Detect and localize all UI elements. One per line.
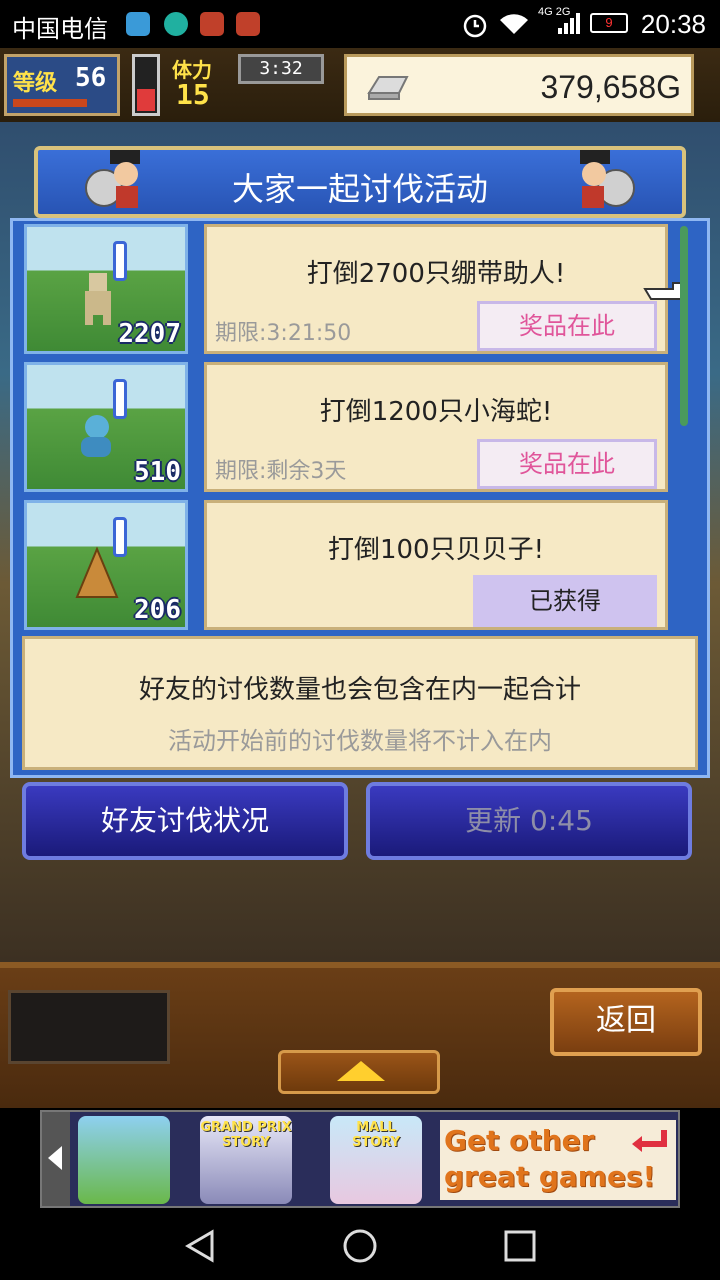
battery-icon: 9 bbox=[590, 13, 628, 33]
game-bottom-bar: 返回 bbox=[0, 962, 720, 1108]
stamina-value: 15 bbox=[176, 78, 210, 111]
info-box: 好友的讨伐数量也会包含在内一起合计 活动开始前的讨伐数量将不计入在内 bbox=[22, 636, 698, 770]
gold-bar-icon bbox=[367, 76, 409, 100]
level-box: 等级 56 bbox=[4, 54, 120, 116]
event-deadline: 期限:3:21:50 bbox=[215, 321, 352, 346]
clock: 20:38 bbox=[640, 9, 706, 39]
ad-cta-line2: great games! bbox=[444, 1160, 656, 1193]
signal-icon bbox=[558, 13, 580, 34]
event-row: 510 打倒1200只小海蛇! 期限:剩余3天 奖品在此 bbox=[24, 362, 668, 492]
event-card: 打倒2700只绷带助人! 期限:3:21:50 奖品在此 bbox=[204, 224, 684, 354]
event-list-scrollbar[interactable] bbox=[680, 226, 688, 426]
event-row: 206 打倒100只贝贝子! 已获得 bbox=[24, 500, 668, 630]
app-notification-icon bbox=[126, 12, 150, 36]
expand-menu-button[interactable] bbox=[278, 1050, 440, 1094]
prize-button[interactable]: 奖品在此 bbox=[477, 439, 657, 489]
level-label: 等级 bbox=[13, 71, 58, 96]
event-goal: 打倒1200只小海蛇! bbox=[319, 397, 553, 427]
info-main-text: 好友的讨伐数量也会包含在内一起合计 bbox=[138, 675, 581, 705]
return-arrow-icon bbox=[632, 1130, 667, 1152]
timer-notification-icon bbox=[164, 12, 188, 36]
ad-game-title: GRAND PRIX STORY bbox=[200, 1120, 292, 1150]
mummy-monster-icon bbox=[85, 273, 111, 325]
kill-count: 510 bbox=[134, 457, 181, 487]
shell-monster-icon bbox=[75, 546, 119, 598]
security-notification-icon bbox=[236, 12, 260, 36]
status-bar: 中国电信 4G 2G 9 20:38 bbox=[0, 0, 720, 48]
event-thumbnail: 206 bbox=[24, 500, 188, 630]
level-value: 56 bbox=[75, 63, 107, 93]
ad-cta[interactable]: Get other great games! bbox=[440, 1120, 676, 1200]
game-hud: 等级 56 体力 15 3:32 379,658G bbox=[0, 48, 720, 122]
event-thumbnail: 2207 bbox=[24, 224, 188, 354]
ad-cta-line1: Get other bbox=[444, 1124, 595, 1157]
friend-status-button[interactable]: 好友讨伐状况 bbox=[22, 782, 348, 860]
up-arrow-icon bbox=[337, 1061, 385, 1081]
event-row: 2207 打倒2700只绷带助人! 期限:3:21:50 奖品在此 bbox=[24, 224, 684, 354]
ad-content[interactable]: GRAND PRIX STORY MALL STORY Get other gr… bbox=[40, 1110, 680, 1208]
ad-game-mall[interactable]: MALL STORY bbox=[330, 1116, 422, 1204]
ad-game-grand-prix[interactable]: GRAND PRIX STORY bbox=[200, 1116, 292, 1204]
sea-serpent-monster-icon bbox=[81, 415, 111, 457]
kill-count: 206 bbox=[134, 595, 181, 625]
stamina-gauge-fill bbox=[137, 88, 155, 111]
claimed-badge: 已获得 bbox=[473, 575, 657, 627]
stamina-timer: 3:32 bbox=[238, 54, 324, 84]
event-deadline: 期限:剩余3天 bbox=[215, 459, 347, 484]
empty-slot bbox=[8, 990, 170, 1064]
recents-nav-icon[interactable] bbox=[500, 1226, 540, 1266]
event-card: 打倒1200只小海蛇! 期限:剩余3天 奖品在此 bbox=[204, 362, 668, 492]
ad-prev-button[interactable] bbox=[42, 1112, 70, 1206]
dialog-title-banner: 大家一起讨伐活动 bbox=[34, 146, 686, 218]
ad-game-title: MALL STORY bbox=[352, 1120, 400, 1150]
ad-banner: GRAND PRIX STORY MALL STORY Get other gr… bbox=[0, 1108, 720, 1208]
alarm-icon bbox=[463, 14, 487, 38]
game-notification-icon bbox=[200, 12, 224, 36]
prize-button[interactable]: 奖品在此 bbox=[477, 301, 657, 351]
gold-display: 379,658G bbox=[344, 54, 694, 116]
event-goal: 打倒100只贝贝子! bbox=[327, 535, 545, 565]
android-nav-bar bbox=[0, 1208, 720, 1280]
carrier-label: 中国电信 bbox=[12, 15, 108, 43]
back-nav-icon[interactable] bbox=[180, 1226, 220, 1266]
event-card: 打倒100只贝贝子! 已获得 bbox=[204, 500, 668, 630]
wifi-icon bbox=[500, 14, 528, 34]
event-thumbnail: 510 bbox=[24, 362, 188, 492]
stamina-gauge bbox=[132, 54, 160, 116]
home-nav-icon[interactable] bbox=[340, 1226, 380, 1266]
pirate-icon bbox=[580, 150, 635, 208]
gold-value: 379,658G bbox=[540, 69, 681, 105]
ad-game-castle[interactable] bbox=[78, 1116, 170, 1204]
back-button[interactable]: 返回 bbox=[550, 988, 702, 1056]
event-goal: 打倒2700只绷带助人! bbox=[306, 259, 566, 289]
refresh-button[interactable]: 更新 0:45 bbox=[366, 782, 692, 860]
info-sub-text: 活动开始前的讨伐数量将不计入在内 bbox=[168, 727, 552, 755]
chevron-left-icon bbox=[48, 1146, 62, 1170]
level-progress-bar bbox=[13, 99, 87, 107]
kill-count: 2207 bbox=[118, 319, 181, 349]
